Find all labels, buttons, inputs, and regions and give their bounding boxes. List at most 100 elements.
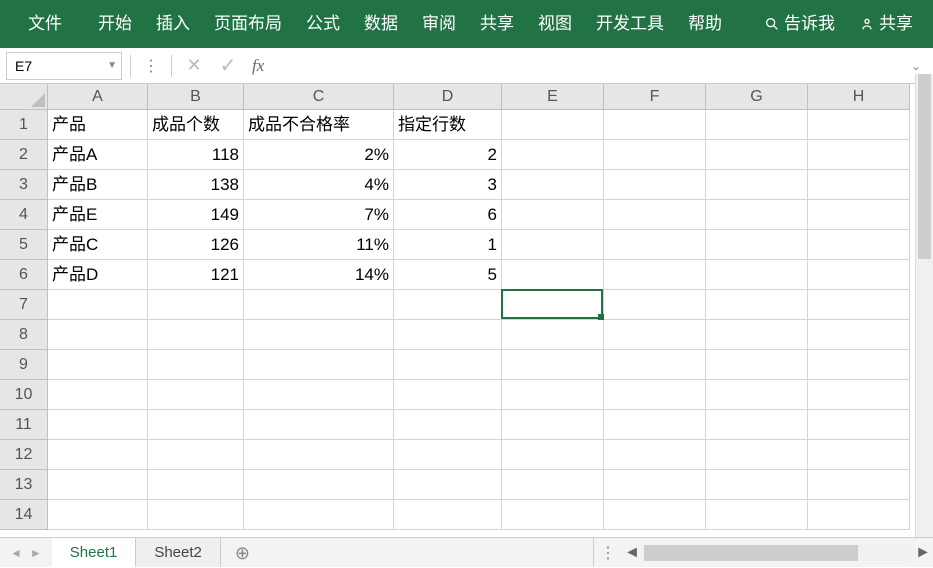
row-header[interactable]: 6	[0, 260, 48, 290]
cell[interactable]	[706, 110, 808, 140]
column-header[interactable]: G	[706, 84, 808, 110]
cell[interactable]	[706, 380, 808, 410]
cell[interactable]	[604, 500, 706, 530]
cell[interactable]	[148, 350, 244, 380]
cell[interactable]: 126	[148, 230, 244, 260]
cell[interactable]: 2%	[244, 140, 394, 170]
cell[interactable]	[808, 500, 910, 530]
column-header[interactable]: D	[394, 84, 502, 110]
cell[interactable]	[48, 290, 148, 320]
cell[interactable]	[604, 380, 706, 410]
cell[interactable]: 3	[394, 170, 502, 200]
cell[interactable]	[244, 440, 394, 470]
column-header[interactable]: C	[244, 84, 394, 110]
cell[interactable]	[706, 320, 808, 350]
row-header[interactable]: 14	[0, 500, 48, 530]
cell[interactable]	[808, 320, 910, 350]
ribbon-tab[interactable]: 开始	[86, 0, 144, 48]
cell[interactable]: 6	[394, 200, 502, 230]
scrollbar-track[interactable]	[644, 545, 911, 561]
cell[interactable]	[394, 500, 502, 530]
cell[interactable]	[808, 410, 910, 440]
prev-sheet-icon[interactable]: ◄	[10, 546, 22, 560]
row-header[interactable]: 10	[0, 380, 48, 410]
dots-icon[interactable]: ⋮	[594, 543, 622, 563]
cell[interactable]	[604, 170, 706, 200]
cell[interactable]	[148, 380, 244, 410]
cell[interactable]	[502, 290, 604, 320]
formula-input[interactable]	[274, 53, 899, 79]
cell[interactable]	[706, 500, 808, 530]
ribbon-tab[interactable]: 开发工具	[584, 0, 676, 48]
cell[interactable]	[604, 440, 706, 470]
cell[interactable]	[148, 320, 244, 350]
row-header[interactable]: 12	[0, 440, 48, 470]
cell[interactable]	[48, 380, 148, 410]
cell[interactable]: 1	[394, 230, 502, 260]
cell[interactable]	[394, 380, 502, 410]
add-sheet-button[interactable]: ⊕	[221, 538, 264, 567]
cell[interactable]: 149	[148, 200, 244, 230]
scroll-left-icon[interactable]: ◄	[622, 544, 642, 562]
cell[interactable]	[148, 470, 244, 500]
cell[interactable]	[48, 350, 148, 380]
cell[interactable]	[502, 470, 604, 500]
cell[interactable]: 2	[394, 140, 502, 170]
ribbon-tab[interactable]: 审阅	[410, 0, 468, 48]
cell[interactable]	[706, 140, 808, 170]
fx-icon[interactable]: fx	[248, 56, 268, 76]
cell[interactable]	[502, 200, 604, 230]
dots-icon[interactable]: ⋮	[139, 56, 163, 76]
cell[interactable]	[244, 290, 394, 320]
cell[interactable]: 产品C	[48, 230, 148, 260]
cell[interactable]	[604, 260, 706, 290]
cell[interactable]	[502, 110, 604, 140]
scrollbar-thumb[interactable]	[644, 545, 858, 561]
cell[interactable]	[706, 410, 808, 440]
scroll-right-icon[interactable]: ►	[913, 544, 933, 562]
cell[interactable]	[808, 290, 910, 320]
row-header[interactable]: 7	[0, 290, 48, 320]
cell[interactable]	[394, 290, 502, 320]
tell-me-search[interactable]: 告诉我	[752, 0, 847, 48]
cell[interactable]	[808, 440, 910, 470]
expand-icon[interactable]: ⌄	[905, 59, 927, 73]
cell[interactable]	[148, 500, 244, 530]
cell[interactable]: 4%	[244, 170, 394, 200]
column-header[interactable]: F	[604, 84, 706, 110]
cell[interactable]	[502, 350, 604, 380]
cell[interactable]	[502, 170, 604, 200]
cell[interactable]: 11%	[244, 230, 394, 260]
row-header[interactable]: 4	[0, 200, 48, 230]
cell[interactable]: 121	[148, 260, 244, 290]
cell[interactable]	[244, 320, 394, 350]
cell[interactable]	[604, 410, 706, 440]
check-icon[interactable]: ✓	[214, 53, 242, 78]
cell[interactable]	[808, 470, 910, 500]
cell[interactable]	[808, 200, 910, 230]
column-header[interactable]: A	[48, 84, 148, 110]
cell[interactable]	[808, 110, 910, 140]
row-header[interactable]: 11	[0, 410, 48, 440]
cell[interactable]	[244, 470, 394, 500]
row-header[interactable]: 8	[0, 320, 48, 350]
cell[interactable]	[604, 140, 706, 170]
column-header[interactable]: B	[148, 84, 244, 110]
cell[interactable]	[604, 470, 706, 500]
cell[interactable]	[604, 110, 706, 140]
ribbon-tab[interactable]: 公式	[294, 0, 352, 48]
cell[interactable]	[706, 170, 808, 200]
cell[interactable]	[48, 320, 148, 350]
cell[interactable]	[148, 410, 244, 440]
select-all-corner[interactable]	[0, 84, 48, 110]
cell[interactable]	[604, 230, 706, 260]
cell[interactable]	[502, 500, 604, 530]
cell[interactable]	[244, 500, 394, 530]
cell[interactable]: 产品B	[48, 170, 148, 200]
cell[interactable]	[502, 140, 604, 170]
cell[interactable]	[502, 320, 604, 350]
next-sheet-icon[interactable]: ►	[30, 546, 42, 560]
horizontal-scrollbar[interactable]: ⋮ ◄ ►	[593, 538, 933, 567]
cell[interactable]	[502, 410, 604, 440]
ribbon-tab[interactable]: 共享	[468, 0, 526, 48]
